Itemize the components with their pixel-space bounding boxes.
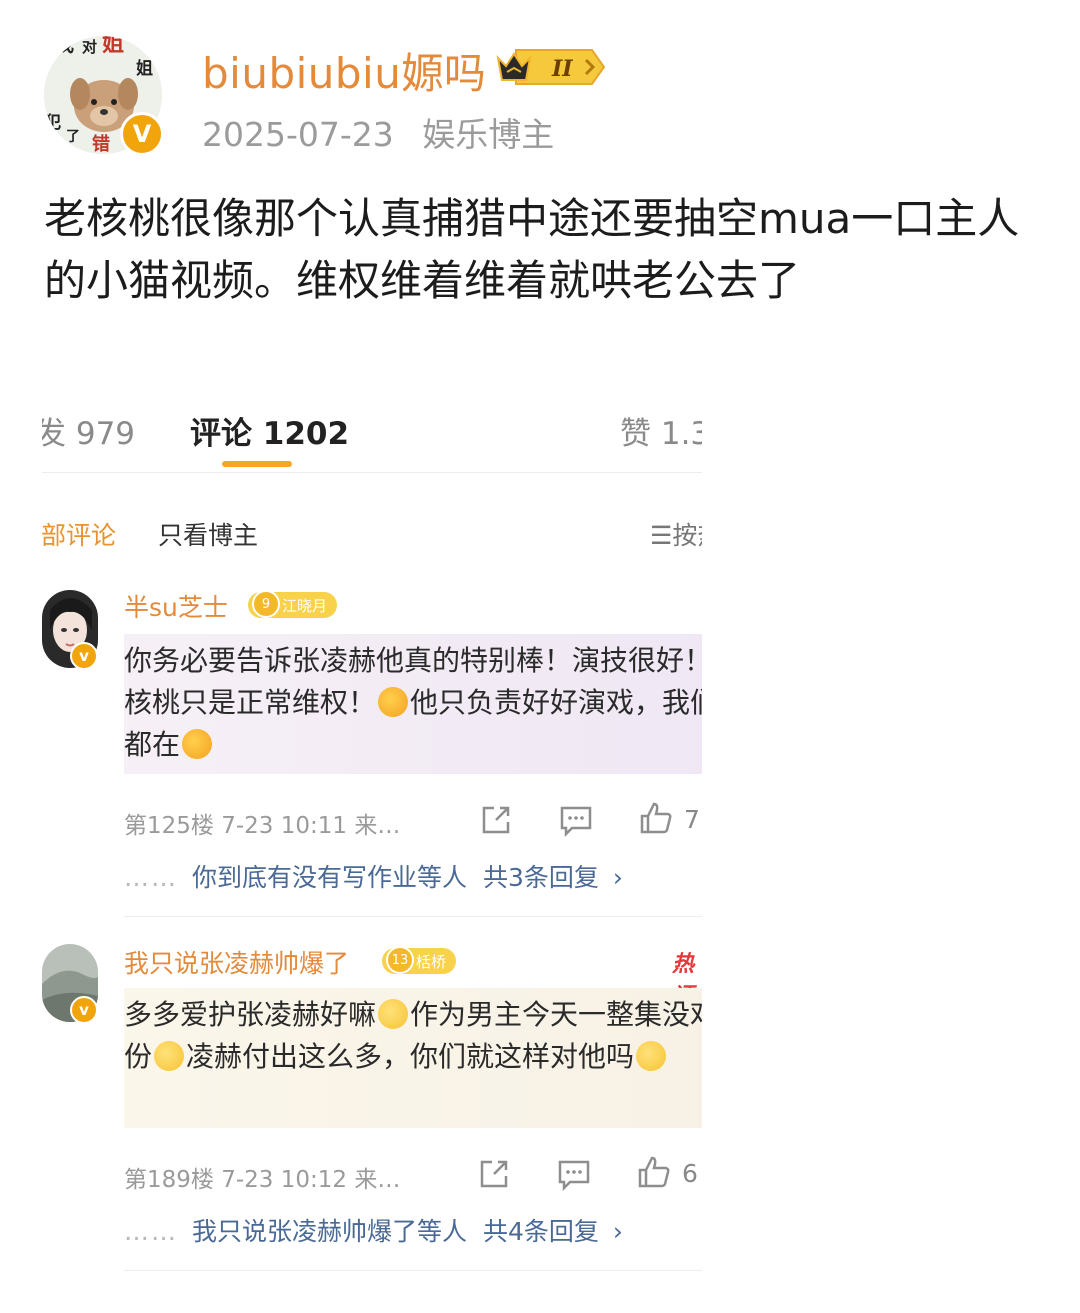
author-role: 娱乐博主 (422, 115, 555, 154)
comment-icon[interactable] (558, 802, 594, 838)
commenter-name[interactable]: 我只说张凌赫帅爆了 (124, 944, 349, 980)
filter-all-comments[interactable]: 全部评论 (42, 516, 116, 552)
dots: …… (124, 1217, 178, 1246)
crying-emoji-icon (154, 1041, 185, 1071)
fan-level: 13 (386, 946, 414, 974)
comment-divider (124, 1270, 702, 1271)
filter-author-only[interactable]: 只看博主 (158, 516, 258, 552)
fan-level: 9 (252, 590, 280, 618)
tab-likes[interactable]: 赞 1.3万 (620, 408, 702, 453)
comment-meta: 第125楼 7-23 10:11 来… (124, 806, 400, 840)
blush-emoji-icon (182, 729, 213, 759)
like-icon[interactable] (636, 1154, 672, 1190)
post-date: 2025-07-23 (202, 115, 394, 154)
crying-emoji-icon (378, 999, 409, 1029)
comment-icon[interactable] (556, 1156, 592, 1192)
comment-text: 多多爱护张凌赫好嘛 作为男主今天一整集没戏份 凌赫付出这么多，你们就这样对他吗 (124, 988, 702, 1128)
post-meta: 2025-07-23 娱乐博主 (202, 108, 554, 156)
floor-number: 第189楼 (124, 1167, 214, 1193)
comment-source: 来… (354, 1167, 401, 1193)
reply-count: 共4条回复 (483, 1217, 599, 1246)
verified-icon: v (70, 996, 98, 1024)
verified-icon: V (120, 112, 164, 156)
share-icon[interactable] (478, 802, 514, 838)
post-body: 老核桃很像那个认真捕猎中途还要抽空mua一口主人的小猫视频。维权维着维着就哄老公… (44, 194, 1020, 305)
fan-badge-label: 江晓月 (282, 596, 328, 615)
share-icon[interactable] (476, 1156, 512, 1192)
verified-icon: v (70, 642, 98, 670)
sort-icon: ☰ (650, 521, 673, 550)
tab-bar: 转发 979 评论 1202 赞 1.3万 (42, 408, 702, 468)
author-name[interactable]: biubiubiu嫄吗 (202, 40, 486, 101)
dots: …… (124, 863, 178, 892)
svg-text:II: II (551, 56, 573, 82)
reply-preview[interactable]: …… 我只说张凌赫帅爆了等人 共4条回复 › (124, 1212, 623, 1248)
comment-source: 来… (354, 813, 401, 839)
chevron-right-icon: › (612, 863, 623, 892)
comment-time: 7-23 10:12 (221, 1167, 348, 1193)
reply-count: 共3条回复 (483, 863, 599, 892)
comment-filters: 全部评论 只看博主 ☰按热度 (42, 516, 702, 556)
like-count: 6 (682, 1159, 698, 1188)
comment-time: 7-23 10:11 (221, 813, 348, 839)
comment-text: 你务必要告诉张凌赫他真的特别棒！演技很好！核桃只是正常维权！ 他只负责好好演戏，我… (124, 634, 702, 774)
like-icon[interactable] (638, 800, 674, 836)
fan-badge-label: 栝桥 (416, 952, 447, 971)
comment-screenshot: 转发 979 评论 1202 赞 1.3万 全部评论 只看博主 ☰按热度 v 半… (42, 392, 702, 1292)
reply-preview[interactable]: …… 你到底有没有写作业等人 共3条回复 › (124, 858, 623, 894)
tab-repost[interactable]: 转发 979 (42, 408, 135, 453)
fan-badge: 13 栝桥 (382, 946, 457, 974)
sort-toggle[interactable]: ☰按热度 (650, 516, 702, 552)
comment-meta: 第189楼 7-23 10:12 来… (124, 1160, 400, 1194)
crown-icon[interactable]: II (492, 44, 610, 90)
tab-comments[interactable]: 评论 1202 (190, 408, 349, 453)
chevron-right-icon: › (612, 1217, 623, 1246)
comment-divider (124, 916, 702, 917)
commenter-name[interactable]: 半su芝士 (124, 588, 228, 624)
floor-number: 第125楼 (124, 813, 214, 839)
crying-emoji-icon (636, 1041, 667, 1071)
blush-emoji-icon (378, 687, 409, 717)
like-count: 7 (684, 805, 700, 834)
fan-badge: 9 江晓月 (248, 590, 338, 618)
active-tab-indicator (222, 461, 292, 467)
divider (42, 472, 702, 473)
